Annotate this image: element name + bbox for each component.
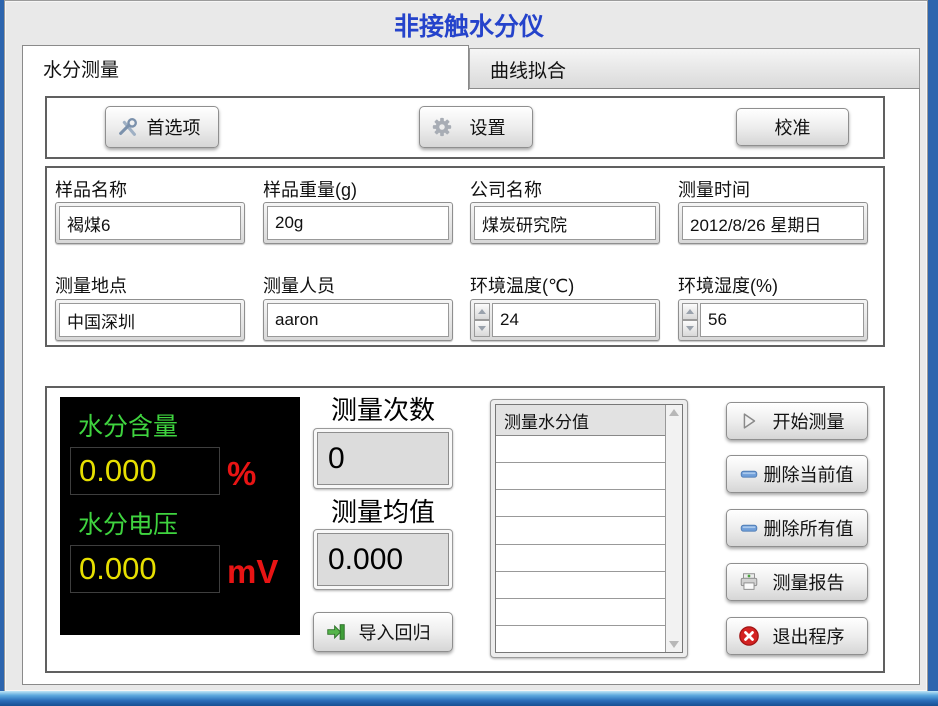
spin-down-icon[interactable]	[474, 320, 490, 337]
field-label-ambient-temp: 环境温度(℃)	[470, 272, 574, 298]
input-value[interactable]: 褐煤6	[59, 206, 241, 240]
minus-icon	[738, 517, 760, 539]
field-label-measure-place: 测量地点	[55, 272, 127, 298]
tab-moisture-measure[interactable]: 水分测量	[22, 45, 469, 90]
tab-curve-fitting[interactable]: 曲线拟合	[469, 48, 920, 89]
button-label: 测量报告	[760, 569, 867, 595]
company-name-input[interactable]: 煤炭研究院	[470, 202, 660, 244]
exit-program-button[interactable]: 退出程序	[726, 617, 868, 655]
list-item[interactable]	[496, 436, 665, 463]
measure-count-indicator: 0	[313, 428, 453, 489]
input-value[interactable]: 中国深圳	[59, 303, 241, 337]
measure-mean-indicator: 0.000	[313, 529, 453, 590]
measure-count-value: 0	[317, 432, 449, 485]
start-measure-button[interactable]: 开始测量	[726, 402, 868, 440]
minus-icon	[738, 463, 760, 485]
taskbar-strip	[0, 691, 938, 706]
input-value[interactable]: 24	[492, 303, 656, 337]
measure-count-label: 测量次数	[303, 390, 463, 427]
delete-all-button[interactable]: 删除所有值	[726, 509, 868, 547]
tab-label: 水分测量	[43, 55, 119, 82]
input-value[interactable]: 2012/8/26 星期日	[682, 206, 864, 240]
button-label: 退出程序	[760, 623, 867, 649]
moisture-content-value: 0.000	[70, 447, 220, 495]
field-label-sample-name: 样品名称	[55, 176, 127, 202]
import-icon	[325, 621, 347, 643]
list-item[interactable]	[496, 517, 665, 544]
preferences-button[interactable]: 首选项	[105, 106, 219, 148]
voltage-unit: mV	[227, 553, 278, 591]
delete-current-button[interactable]: 删除当前值	[726, 455, 868, 493]
button-label: 导入回归	[347, 619, 452, 645]
tools-icon	[117, 116, 139, 138]
page-title: 非接触水分仪	[0, 7, 938, 43]
list-item[interactable]	[496, 572, 665, 599]
button-label: 删除当前值	[760, 461, 867, 487]
moisture-voltage-label: 水分电压	[78, 505, 300, 541]
settings-button[interactable]: 设置	[419, 106, 533, 148]
button-label: 校准	[775, 114, 811, 140]
scroll-up-icon[interactable]	[669, 409, 679, 416]
import-regression-button[interactable]: 导入回归	[313, 612, 453, 652]
measure-person-input[interactable]: aaron	[263, 299, 453, 341]
button-label: 删除所有值	[760, 515, 867, 541]
input-value[interactable]: 煤炭研究院	[474, 206, 656, 240]
spin-down-icon[interactable]	[682, 320, 698, 337]
screen: 非接触水分仪 曲线拟合 水分测量 首选项	[0, 0, 938, 706]
sample-name-input[interactable]: 褐煤6	[55, 202, 245, 244]
printer-icon	[738, 571, 760, 593]
tab-label: 曲线拟合	[490, 56, 566, 83]
measure-mean-label: 测量均值	[303, 492, 463, 529]
list-item[interactable]	[496, 545, 665, 572]
measure-time-input[interactable]: 2012/8/26 星期日	[678, 202, 868, 244]
button-label: 设置	[453, 114, 532, 140]
button-label: 首选项	[139, 114, 218, 140]
field-label-sample-weight: 样品重量(g)	[263, 176, 357, 202]
field-label-measure-person: 测量人员	[263, 272, 335, 298]
list-item[interactable]	[496, 626, 665, 652]
measure-report-button[interactable]: 测量报告	[726, 563, 868, 601]
led-display-panel: 水分含量 0.000 % 水分电压 0.000 mV	[60, 397, 300, 635]
field-label-ambient-humidity: 环境湿度(%)	[678, 272, 778, 298]
moisture-voltage-value: 0.000	[70, 545, 220, 593]
spin-up-icon[interactable]	[474, 303, 490, 320]
spin-up-icon[interactable]	[682, 303, 698, 320]
moisture-values-listbox[interactable]: 测量水分值	[490, 399, 688, 658]
list-item[interactable]	[496, 599, 665, 626]
listbox-scrollbar[interactable]	[665, 405, 682, 652]
scroll-down-icon[interactable]	[669, 641, 679, 648]
input-value[interactable]: aaron	[267, 303, 449, 337]
input-value[interactable]: 20g	[267, 206, 449, 240]
exit-icon	[738, 625, 760, 647]
list-item[interactable]	[496, 463, 665, 490]
calibrate-button[interactable]: 校准	[736, 108, 849, 146]
moisture-unit: %	[227, 455, 256, 493]
listbox-header: 测量水分值	[496, 405, 665, 436]
measure-place-input[interactable]: 中国深圳	[55, 299, 245, 341]
input-value[interactable]: 56	[700, 303, 864, 337]
ambient-temp-stepper[interactable]: 24	[470, 299, 660, 341]
field-label-measure-time: 测量时间	[678, 176, 750, 202]
button-label: 开始测量	[760, 408, 867, 434]
moisture-content-label: 水分含量	[78, 407, 300, 443]
sample-weight-input[interactable]: 20g	[263, 202, 453, 244]
field-label-company-name: 公司名称	[470, 176, 542, 202]
play-icon	[738, 410, 760, 432]
list-item[interactable]	[496, 490, 665, 517]
measure-mean-value: 0.000	[317, 533, 449, 586]
ambient-humidity-stepper[interactable]: 56	[678, 299, 868, 341]
gear-icon	[431, 116, 453, 138]
